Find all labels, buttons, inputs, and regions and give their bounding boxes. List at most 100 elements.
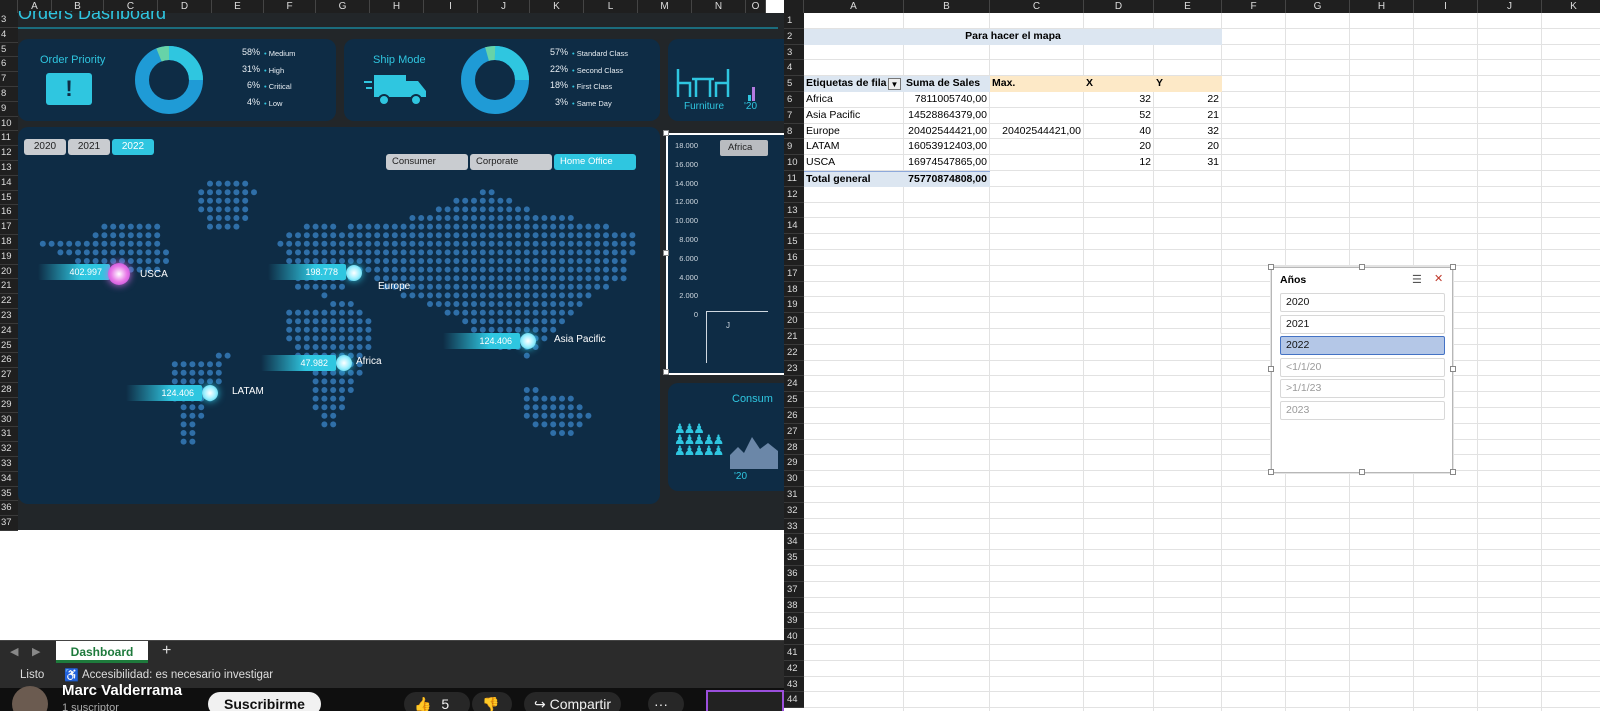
accessibility-status[interactable]: Accesibilidad: es necesario investigar (82, 669, 273, 681)
column-header[interactable]: F (1222, 0, 1286, 13)
row-header[interactable]: 37 (0, 516, 18, 531)
row-header[interactable]: 35 (0, 486, 18, 502)
max-value[interactable] (990, 139, 1084, 155)
thumbnail-preview[interactable] (706, 690, 784, 711)
share-button[interactable]: ↪ Compartir (524, 692, 622, 711)
row-header[interactable]: 22 (0, 294, 18, 309)
row-header[interactable]: 3 (784, 44, 804, 61)
column-header[interactable]: I (424, 0, 478, 13)
next-sheet-icon[interactable]: ▶ (32, 645, 40, 658)
row-label[interactable]: USCA (806, 155, 906, 171)
x-value[interactable]: 52 (1084, 108, 1154, 124)
total-sales[interactable]: 75770874808,00 (904, 171, 990, 187)
row-header[interactable]: 34 (784, 534, 804, 551)
row-header[interactable]: 39 (784, 613, 804, 630)
chart-filter[interactable]: Africa (720, 140, 768, 156)
column-header[interactable]: F (264, 0, 316, 13)
column-header[interactable]: N (692, 0, 746, 13)
row-header[interactable]: 15 (784, 234, 804, 250)
sheet-tab-dashboard[interactable]: Dashboard (56, 641, 148, 663)
row-header[interactable]: 31 (784, 487, 804, 503)
column-header[interactable]: E (1154, 0, 1222, 13)
row-header[interactable]: 5 (0, 42, 18, 58)
column-header[interactable]: L (584, 0, 638, 13)
row-header[interactable]: 36 (0, 501, 18, 517)
region-bubble[interactable] (346, 265, 362, 281)
row-header[interactable]: 31 (0, 427, 18, 443)
row-header[interactable]: 19 (0, 249, 18, 265)
row-header[interactable]: 24 (784, 376, 804, 393)
sales-value[interactable]: 7811005740,00 (904, 92, 990, 108)
slicer-handle-tm[interactable] (1359, 264, 1365, 270)
pivot-header[interactable]: Suma de Sales (904, 76, 990, 92)
slicer-handle-br[interactable] (1450, 469, 1456, 475)
row-header[interactable]: 26 (0, 353, 18, 369)
max-value[interactable] (990, 108, 1084, 124)
row-header[interactable]: 9 (0, 101, 18, 117)
row-header[interactable]: 22 (784, 344, 804, 361)
row-header[interactable]: 27 (784, 423, 804, 440)
row-header[interactable]: 2 (784, 28, 804, 45)
row-header[interactable]: 6 (784, 92, 804, 108)
slicer-item[interactable]: >1/1/23 (1280, 379, 1445, 398)
row-header[interactable]: 30 (0, 412, 18, 428)
row-header[interactable]: 33 (0, 457, 18, 472)
column-header[interactable]: J (478, 0, 530, 13)
slicer-handle-bm[interactable] (1359, 469, 1365, 475)
row-header[interactable]: 25 (784, 392, 804, 408)
chart-handle-ml[interactable] (663, 250, 669, 256)
row-header[interactable]: 30 (784, 471, 804, 487)
map-title-cell[interactable]: Para hacer el mapa (804, 28, 1222, 45)
row-header[interactable]: 23 (784, 360, 804, 377)
row-header[interactable]: 24 (0, 323, 18, 339)
row-header[interactable]: 29 (784, 455, 804, 472)
row-header[interactable]: 8 (784, 123, 804, 140)
slicer-handle-tl[interactable] (1268, 264, 1274, 270)
max-value[interactable] (990, 155, 1084, 171)
column-header[interactable]: K (530, 0, 584, 13)
column-header[interactable]: J (1478, 0, 1542, 13)
row-header[interactable]: 15 (0, 190, 18, 206)
row-header[interactable]: 35 (784, 550, 804, 566)
like-button[interactable]: 👍 5 (404, 692, 470, 711)
row-header[interactable]: 7 (0, 72, 18, 87)
add-sheet-button[interactable]: + (162, 642, 171, 660)
column-header[interactable]: O (746, 0, 766, 13)
row-header[interactable]: 13 (784, 202, 804, 219)
avatar[interactable] (12, 686, 48, 711)
sales-chart-panel[interactable]: Africa 18.000 16.000 14.000 12.000 10.000 8.0… (666, 133, 784, 375)
row-header[interactable]: 12 (784, 186, 804, 203)
dislike-button[interactable]: 👎 (472, 692, 512, 711)
row-header[interactable]: 42 (784, 660, 804, 677)
row-header[interactable]: 13 (0, 161, 18, 176)
row-header[interactable]: 41 (784, 645, 804, 661)
channel-name[interactable]: Marc Valderrama (62, 682, 182, 699)
max-value[interactable]: 20402544421,00 (990, 124, 1084, 140)
row-label[interactable]: Europe (806, 124, 906, 140)
column-header[interactable]: G (1286, 0, 1350, 13)
row-header[interactable]: 37 (784, 581, 804, 598)
row-header[interactable]: 14 (784, 218, 804, 235)
row-header[interactable]: 28 (784, 439, 804, 456)
row-header[interactable]: 16 (0, 205, 18, 221)
sales-value[interactable]: 16053912403,00 (904, 139, 990, 155)
row-header[interactable]: 10 (0, 116, 18, 132)
row-header[interactable]: 3 (0, 13, 18, 28)
years-slicer[interactable]: Años ☰ ✕ 2020 2021 2022 <1/1/20 >1/1/23 2023 (1271, 267, 1453, 473)
column-header[interactable]: C (990, 0, 1084, 13)
accessibility-icon[interactable]: ♿ (64, 668, 79, 682)
region-bubble[interactable] (520, 333, 536, 349)
row-header[interactable]: 16 (784, 250, 804, 266)
region-bubble[interactable] (202, 385, 218, 401)
row-header[interactable]: 17 (784, 265, 804, 282)
column-header[interactable]: D (158, 0, 212, 13)
region-bubble[interactable] (108, 263, 130, 285)
row-header[interactable]: 29 (0, 397, 18, 413)
row-header[interactable]: 21 (784, 329, 804, 345)
subscribe-button[interactable]: Suscribirme (208, 692, 321, 711)
pivot-header[interactable]: X (1084, 76, 1154, 92)
row-header[interactable]: 33 (784, 518, 804, 535)
clear-filter-icon[interactable]: ✕ (1434, 272, 1443, 285)
row-header[interactable]: 6 (0, 57, 18, 73)
slicer-item[interactable]: 2023 (1280, 400, 1445, 420)
